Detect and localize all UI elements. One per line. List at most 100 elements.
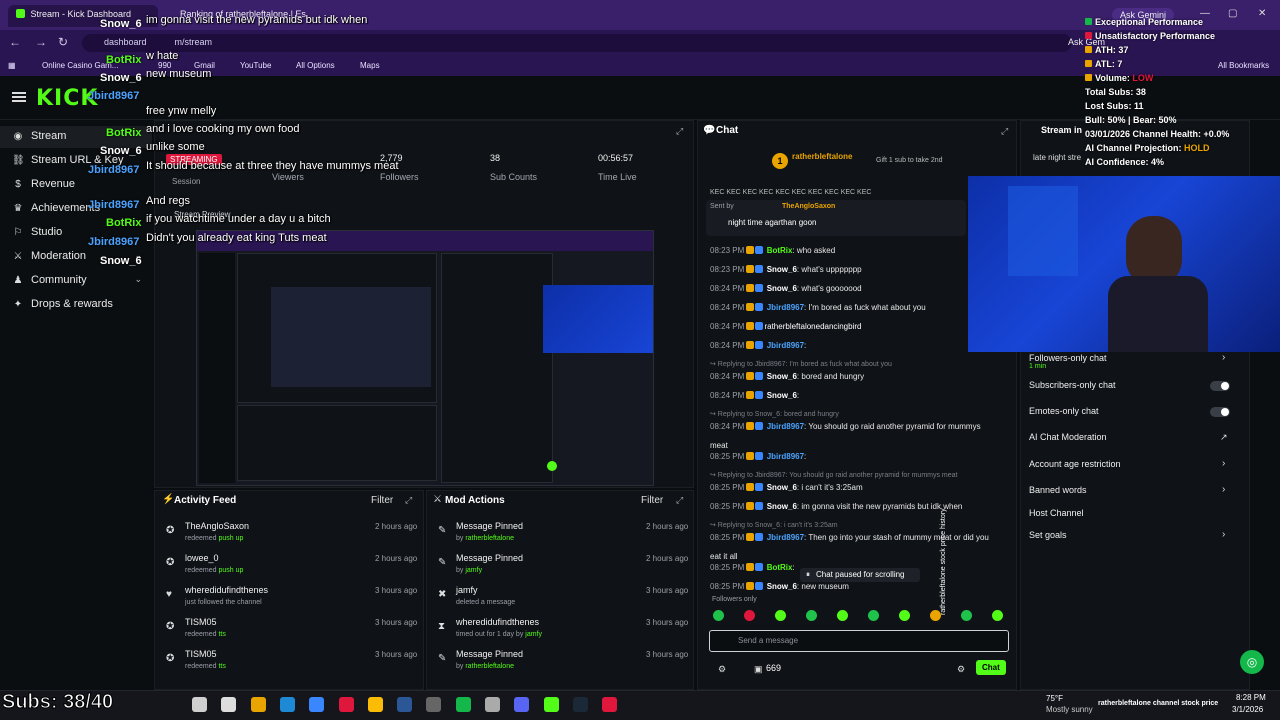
chat-message[interactable]: 08:24 PM Snow_6: bored and hungry [710,372,864,381]
chat-message[interactable]: 08:25 PM Snow_6: im gonna visit the new … [710,502,962,511]
apps-icon[interactable]: ▦ [8,61,16,70]
chat-message[interactable]: 08:25 PM Snow_6: new museum [710,582,849,591]
mod-action-name[interactable]: Message Pinned [456,521,523,531]
gear-icon[interactable]: ⚙ [957,664,965,675]
activity-user[interactable]: TheAngloSaxon [185,521,249,531]
chat-username[interactable]: Snow_6 [764,284,797,293]
emote-icon[interactable] [837,610,848,621]
emote-icon[interactable] [868,610,879,621]
emote-icon[interactable] [713,610,724,621]
maximize-icon[interactable]: ▢ [1228,8,1237,19]
menu-icon[interactable] [12,92,26,102]
external-link-icon[interactable]: ↗ [1220,432,1228,443]
expand-icon[interactable]: ⤢ [676,126,683,137]
xbox-icon[interactable] [455,697,471,712]
settings-icon[interactable]: ⚙ [718,664,726,675]
mod-action-name[interactable]: wheredidufindthenes [456,617,539,627]
sidebar-item-community[interactable]: ♟ Community ⌄ [0,270,152,292]
emote-icon[interactable] [899,610,910,621]
chat-message[interactable]: 08:23 PM BotRix: who asked [710,246,835,255]
chevron-right-icon[interactable]: › [1222,529,1225,540]
mod-action-name[interactable]: Message Pinned [456,553,523,563]
chat-username[interactable]: Snow_6 [764,502,797,511]
activity-filter-button[interactable]: Filter [371,495,393,506]
clock-date[interactable]: 3/1/2026 [1232,705,1263,714]
weather-desc[interactable]: Mostly sunny [1046,705,1093,714]
windows-start-icon[interactable] [192,697,207,712]
reload-icon[interactable]: ↻ [56,35,70,49]
emote-icon[interactable] [806,610,817,621]
chat-message[interactable]: 08:25 PM BotRix: [710,563,795,572]
weather-temp[interactable]: 75°F [1046,694,1063,703]
chevron-right-icon[interactable]: › [1222,352,1225,363]
expand-icon[interactable]: ⤢ [405,495,412,506]
emote-icon[interactable] [744,610,755,621]
support-icon[interactable]: ◎ [1240,650,1264,674]
github-icon[interactable] [426,697,442,712]
chat-username[interactable]: BotRix [764,563,793,572]
chat-username[interactable]: Snow_6 [764,582,797,591]
settings-icon[interactable] [485,697,500,712]
chat-username[interactable]: Jbird8967 [764,422,804,431]
forward-icon[interactable]: → [34,35,48,49]
sidebar-item-revenue[interactable]: $ Revenue [0,174,152,196]
chat-username[interactable]: Jbird8967 [764,533,804,542]
setting-host-channel[interactable]: Host Channel [1029,508,1084,518]
search-icon[interactable] [221,697,237,712]
chevron-right-icon[interactable]: › [1222,458,1225,469]
kick-icon[interactable] [543,697,559,712]
chat-message[interactable]: 08:24 PM Jbird8967: I'm bored as fuck wh… [710,303,926,312]
bookmark-all-options[interactable]: All Options [296,61,335,70]
chat-message[interactable]: 08:24 PM Snow_6: what's gooooood [710,284,862,293]
back-icon[interactable]: ← [8,35,22,49]
expand-icon[interactable]: ⤢ [1001,126,1008,137]
gift-banner-text[interactable]: Gift 1 sub to take 2nd [876,157,943,164]
expand-icon[interactable]: ⤢ [676,495,683,506]
file-explorer-icon[interactable] [250,697,266,712]
chat-message[interactable]: 08:24 PM Jbird8967: You should go raid a… [710,422,981,431]
word-icon[interactable] [397,697,413,712]
chat-username[interactable]: Jbird8967 [764,452,804,461]
emote-icon[interactable] [992,610,1003,621]
chat-message[interactable]: 08:25 PM Snow_6: i can't it's 3:25am [710,483,863,492]
setting-followers-only-chat[interactable]: Followers-only chat [1029,353,1107,363]
edge-icon[interactable] [279,697,295,712]
setting-banned-words[interactable]: Banned words [1029,485,1087,495]
emote-icon[interactable] [961,610,972,621]
mod-action-name[interactable]: jamfy [456,585,478,595]
chat-message[interactable]: 08:24 PM Jbird8967: [710,341,806,350]
url-input[interactable]: dashboard m/stream [82,34,1072,52]
all-bookmarks[interactable]: All Bookmarks [1218,61,1269,70]
chat-username[interactable]: Snow_6 [764,265,797,274]
gift-banner-user[interactable]: ratherbleftalone [792,152,852,161]
bookmark-maps[interactable]: Maps [360,61,380,70]
setting-subscribers-only-chat[interactable]: Subscribers-only chat [1029,380,1116,390]
sidebar-item-drops-rewards[interactable]: ✦ Drops & rewards [0,294,152,316]
setting-account-age-restriction[interactable]: Account age restriction [1029,459,1121,469]
setting-ai-chat-moderation[interactable]: AI Chat Moderation [1029,432,1107,442]
setting-emotes-only-chat[interactable]: Emotes-only chat [1029,406,1099,416]
store-icon[interactable] [309,697,325,712]
chat-message[interactable]: 08:25 PM Jbird8967: Then go into your st… [710,533,989,542]
chat-username[interactable]: BotRix [764,246,793,255]
chat-username[interactable]: Snow_6 [764,372,797,381]
mod-filter-button[interactable]: Filter [641,495,663,506]
activity-user[interactable]: TISM05 [185,617,217,627]
chat-message[interactable]: 08:24 PM Snow_6: [710,391,799,400]
chat-username[interactable]: Snow_6 [764,483,797,492]
chrome-icon[interactable] [367,697,383,712]
chat-message[interactable]: 08:24 PM ratherbleftalonedancingbird [710,322,861,331]
activity-user[interactable]: wheredidufindthenes [185,585,268,595]
setting-set-goals[interactable]: Set goals [1029,530,1067,540]
stream-preview[interactable] [196,230,654,486]
discord-icon[interactable] [514,697,530,712]
chat-message[interactable]: eat it all [710,552,738,561]
chat-username[interactable]: Jbird8967 [764,303,804,312]
steam-icon[interactable] [572,697,588,712]
toggle-switch[interactable] [1210,381,1230,391]
chat-message[interactable]: 08:23 PM Snow_6: what's uppppppp [710,265,862,274]
send-chat-button[interactable]: Chat [976,660,1006,675]
chat-message[interactable]: 08:25 PM Jbird8967: [710,452,806,461]
pinned-message[interactable]: Sent by TheAngloSaxon night time agartha… [706,200,966,236]
app-icon[interactable] [602,697,618,712]
